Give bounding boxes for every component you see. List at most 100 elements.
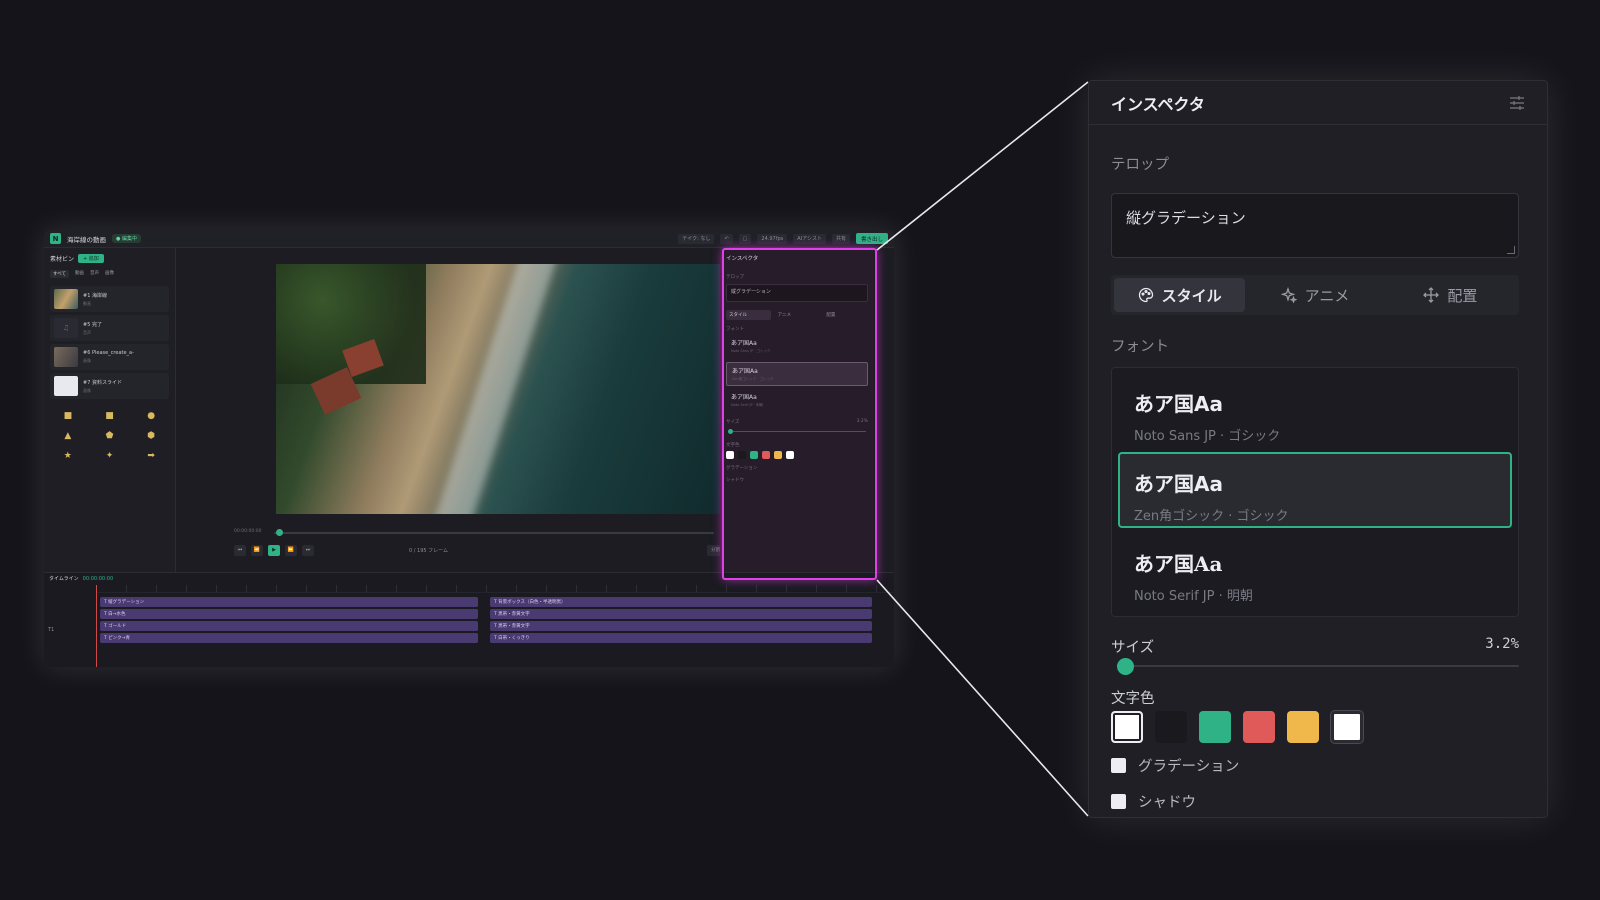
font-sample: あア国Aa xyxy=(1134,392,1223,416)
filter-image[interactable]: 画像 xyxy=(105,270,114,278)
rounded-square-icon[interactable]: ■ xyxy=(92,411,128,421)
timeline-clip[interactable]: T 白帯・くっきり xyxy=(490,633,872,643)
project-title: 海岸線の動画 xyxy=(67,235,106,244)
undo-icon[interactable]: ↶ xyxy=(720,233,733,244)
shape-palette: ■ ■ ● ▲ ⬟ ⬢ ★ ✦ ➡ xyxy=(50,411,169,461)
font-option-zen-kaku[interactable]: あア国Aa Zen角ゴシック · ゴシック xyxy=(1118,452,1512,528)
star-icon[interactable]: ★ xyxy=(50,451,86,461)
playhead[interactable] xyxy=(96,585,97,667)
color-swatch[interactable] xyxy=(1287,711,1319,743)
media-item[interactable]: #1 海岸線 動画 xyxy=(50,286,169,312)
media-name: #1 海岸線 xyxy=(83,292,107,299)
tab-style[interactable]: スタイル xyxy=(1114,278,1246,312)
font-sample: あア国Aa xyxy=(1134,552,1223,576)
rewind-icon[interactable]: ⏪ xyxy=(251,544,263,556)
resize-grip-icon[interactable] xyxy=(1507,246,1515,254)
editor-toolbar: N 海岸線の動画 ● 編集中 テイク: なし ↶ ▢ 24.97fps AIアシ… xyxy=(44,230,894,248)
export-button[interactable]: 書き出し xyxy=(855,233,888,244)
app-logo: N xyxy=(50,233,61,244)
timeline-clip[interactable]: T 黒帯・赤黄文字 xyxy=(490,609,872,619)
skip-end-icon[interactable]: ⏭ xyxy=(302,544,314,556)
tab-anime[interactable]: アニメ xyxy=(1249,278,1380,312)
share-button[interactable]: 共有 xyxy=(831,233,850,244)
square-icon[interactable]: ■ xyxy=(50,411,86,421)
move-icon xyxy=(1423,287,1440,303)
timeline-ruler[interactable] xyxy=(96,585,894,593)
telop-text-value: 縦グラデーション xyxy=(1126,209,1246,227)
size-slider[interactable] xyxy=(1111,657,1519,675)
frame-counter: 0 / 195 フレーム xyxy=(409,547,449,554)
gradient-option[interactable]: グラデーション xyxy=(1111,755,1239,776)
tab-style-label: スタイル xyxy=(1161,286,1222,305)
color-swatch[interactable] xyxy=(1199,711,1231,743)
media-item[interactable]: #7 資料スライド 画像 xyxy=(50,373,169,399)
video-preview[interactable] xyxy=(276,264,724,514)
timeline-clip[interactable]: T 白→水色 xyxy=(100,609,478,619)
media-item[interactable]: #6 Please_create_a- 画像 xyxy=(50,344,169,370)
fps-select[interactable]: 24.97fps xyxy=(757,233,788,244)
scrubber-handle[interactable] xyxy=(276,529,283,536)
size-value: 3.2% xyxy=(1485,636,1519,652)
shadow-option[interactable]: シャドウ xyxy=(1111,791,1196,812)
tab-anime-label: アニメ xyxy=(1304,286,1350,305)
font-meta: Zen角ゴシック · ゴシック xyxy=(1134,509,1289,524)
size-row: サイズ 3.2% xyxy=(1111,636,1519,657)
take-select[interactable]: テイク: なし xyxy=(678,233,715,244)
filter-audio[interactable]: 音声 xyxy=(90,270,99,278)
sparkle-shape-icon[interactable]: ✦ xyxy=(92,451,128,461)
circle-icon[interactable]: ● xyxy=(133,411,169,421)
font-option-noto-sans[interactable]: あア国Aa Noto Sans JP · ゴシック xyxy=(1118,372,1512,448)
telop-label: テロップ xyxy=(1111,157,1169,173)
play-icon[interactable]: ▶ xyxy=(268,544,280,556)
palette-icon xyxy=(1138,287,1153,303)
media-item[interactable]: ♫ #5 完了 音声 xyxy=(50,315,169,341)
sliders-icon[interactable] xyxy=(1509,95,1525,110)
color-swatch[interactable] xyxy=(1155,711,1187,743)
track-label: T1 xyxy=(48,627,55,633)
color-swatch[interactable] xyxy=(1243,711,1275,743)
pentagon-icon[interactable]: ⬟ xyxy=(92,431,128,441)
timeline-panel: タイムライン 00:00:00:00 T1 T 縦グラデーション T 白→水色 T… xyxy=(44,572,894,667)
media-bin-panel: 素材ビン + 追加 すべて 動画 音声 画像 #1 海岸線 動画 ♫ #5 完了音… xyxy=(44,248,176,590)
media-type: 画像 xyxy=(83,358,91,363)
telop-text-input[interactable]: 縦グラデーション xyxy=(1111,193,1519,258)
timeline-clip[interactable]: T 縦グラデーション xyxy=(100,597,478,607)
scrubber-track[interactable] xyxy=(274,532,714,534)
status-badge: ● 編集中 xyxy=(112,234,141,243)
media-bin-title: 素材ビン xyxy=(50,256,75,263)
add-media-button[interactable]: + 追加 xyxy=(78,254,104,263)
filter-all[interactable]: すべて xyxy=(50,270,70,278)
timeline-clip[interactable]: T 黒帯・赤黄文字 xyxy=(490,621,872,631)
media-type: 動画 xyxy=(83,300,91,306)
forward-icon[interactable]: ⏩ xyxy=(285,544,297,556)
music-icon: ♫ xyxy=(54,318,78,338)
text-color-swatches xyxy=(1111,710,1364,744)
size-label: サイズ xyxy=(1111,640,1155,656)
font-option-noto-serif[interactable]: あア国Aa Noto Serif JP · 明朝 xyxy=(1118,532,1512,608)
triangle-icon[interactable]: ▲ xyxy=(50,431,86,441)
ai-assist-button[interactable]: AIアシスト xyxy=(793,233,826,244)
timeline-clip[interactable]: T 背景ボックス（白色・半透明黒） xyxy=(490,597,872,607)
tab-layout[interactable]: 配置 xyxy=(1385,278,1516,312)
timeline-clip[interactable]: T ピンク→青 xyxy=(100,633,478,643)
hexagon-icon[interactable]: ⬢ xyxy=(133,431,169,441)
timeline-clip[interactable]: T ゴールド xyxy=(100,621,478,631)
font-label: フォント xyxy=(1111,339,1169,355)
size-slider-handle[interactable] xyxy=(1117,658,1135,675)
skip-start-icon[interactable]: ⏮ xyxy=(234,544,246,556)
comment-icon[interactable]: ▢ xyxy=(738,233,752,244)
gradient-checkbox[interactable] xyxy=(1111,758,1126,773)
size-slider-track[interactable] xyxy=(1117,665,1519,667)
sparkle-icon xyxy=(1280,287,1297,303)
inspector-highlight-frame xyxy=(722,248,877,580)
playback-scrubber[interactable]: 00:00:00:00 00:00:08:00 xyxy=(234,528,764,538)
wave-area xyxy=(430,264,558,514)
arrow-icon[interactable]: ➡ xyxy=(133,451,169,461)
media-thumbnail xyxy=(54,347,78,367)
color-swatch[interactable] xyxy=(1330,710,1364,744)
color-swatch[interactable] xyxy=(1111,711,1143,743)
shadow-checkbox[interactable] xyxy=(1111,794,1126,809)
media-name: #7 資料スライド xyxy=(83,379,122,386)
inspector-title: インスペクタ xyxy=(1111,94,1205,114)
filter-video[interactable]: 動画 xyxy=(75,270,84,278)
